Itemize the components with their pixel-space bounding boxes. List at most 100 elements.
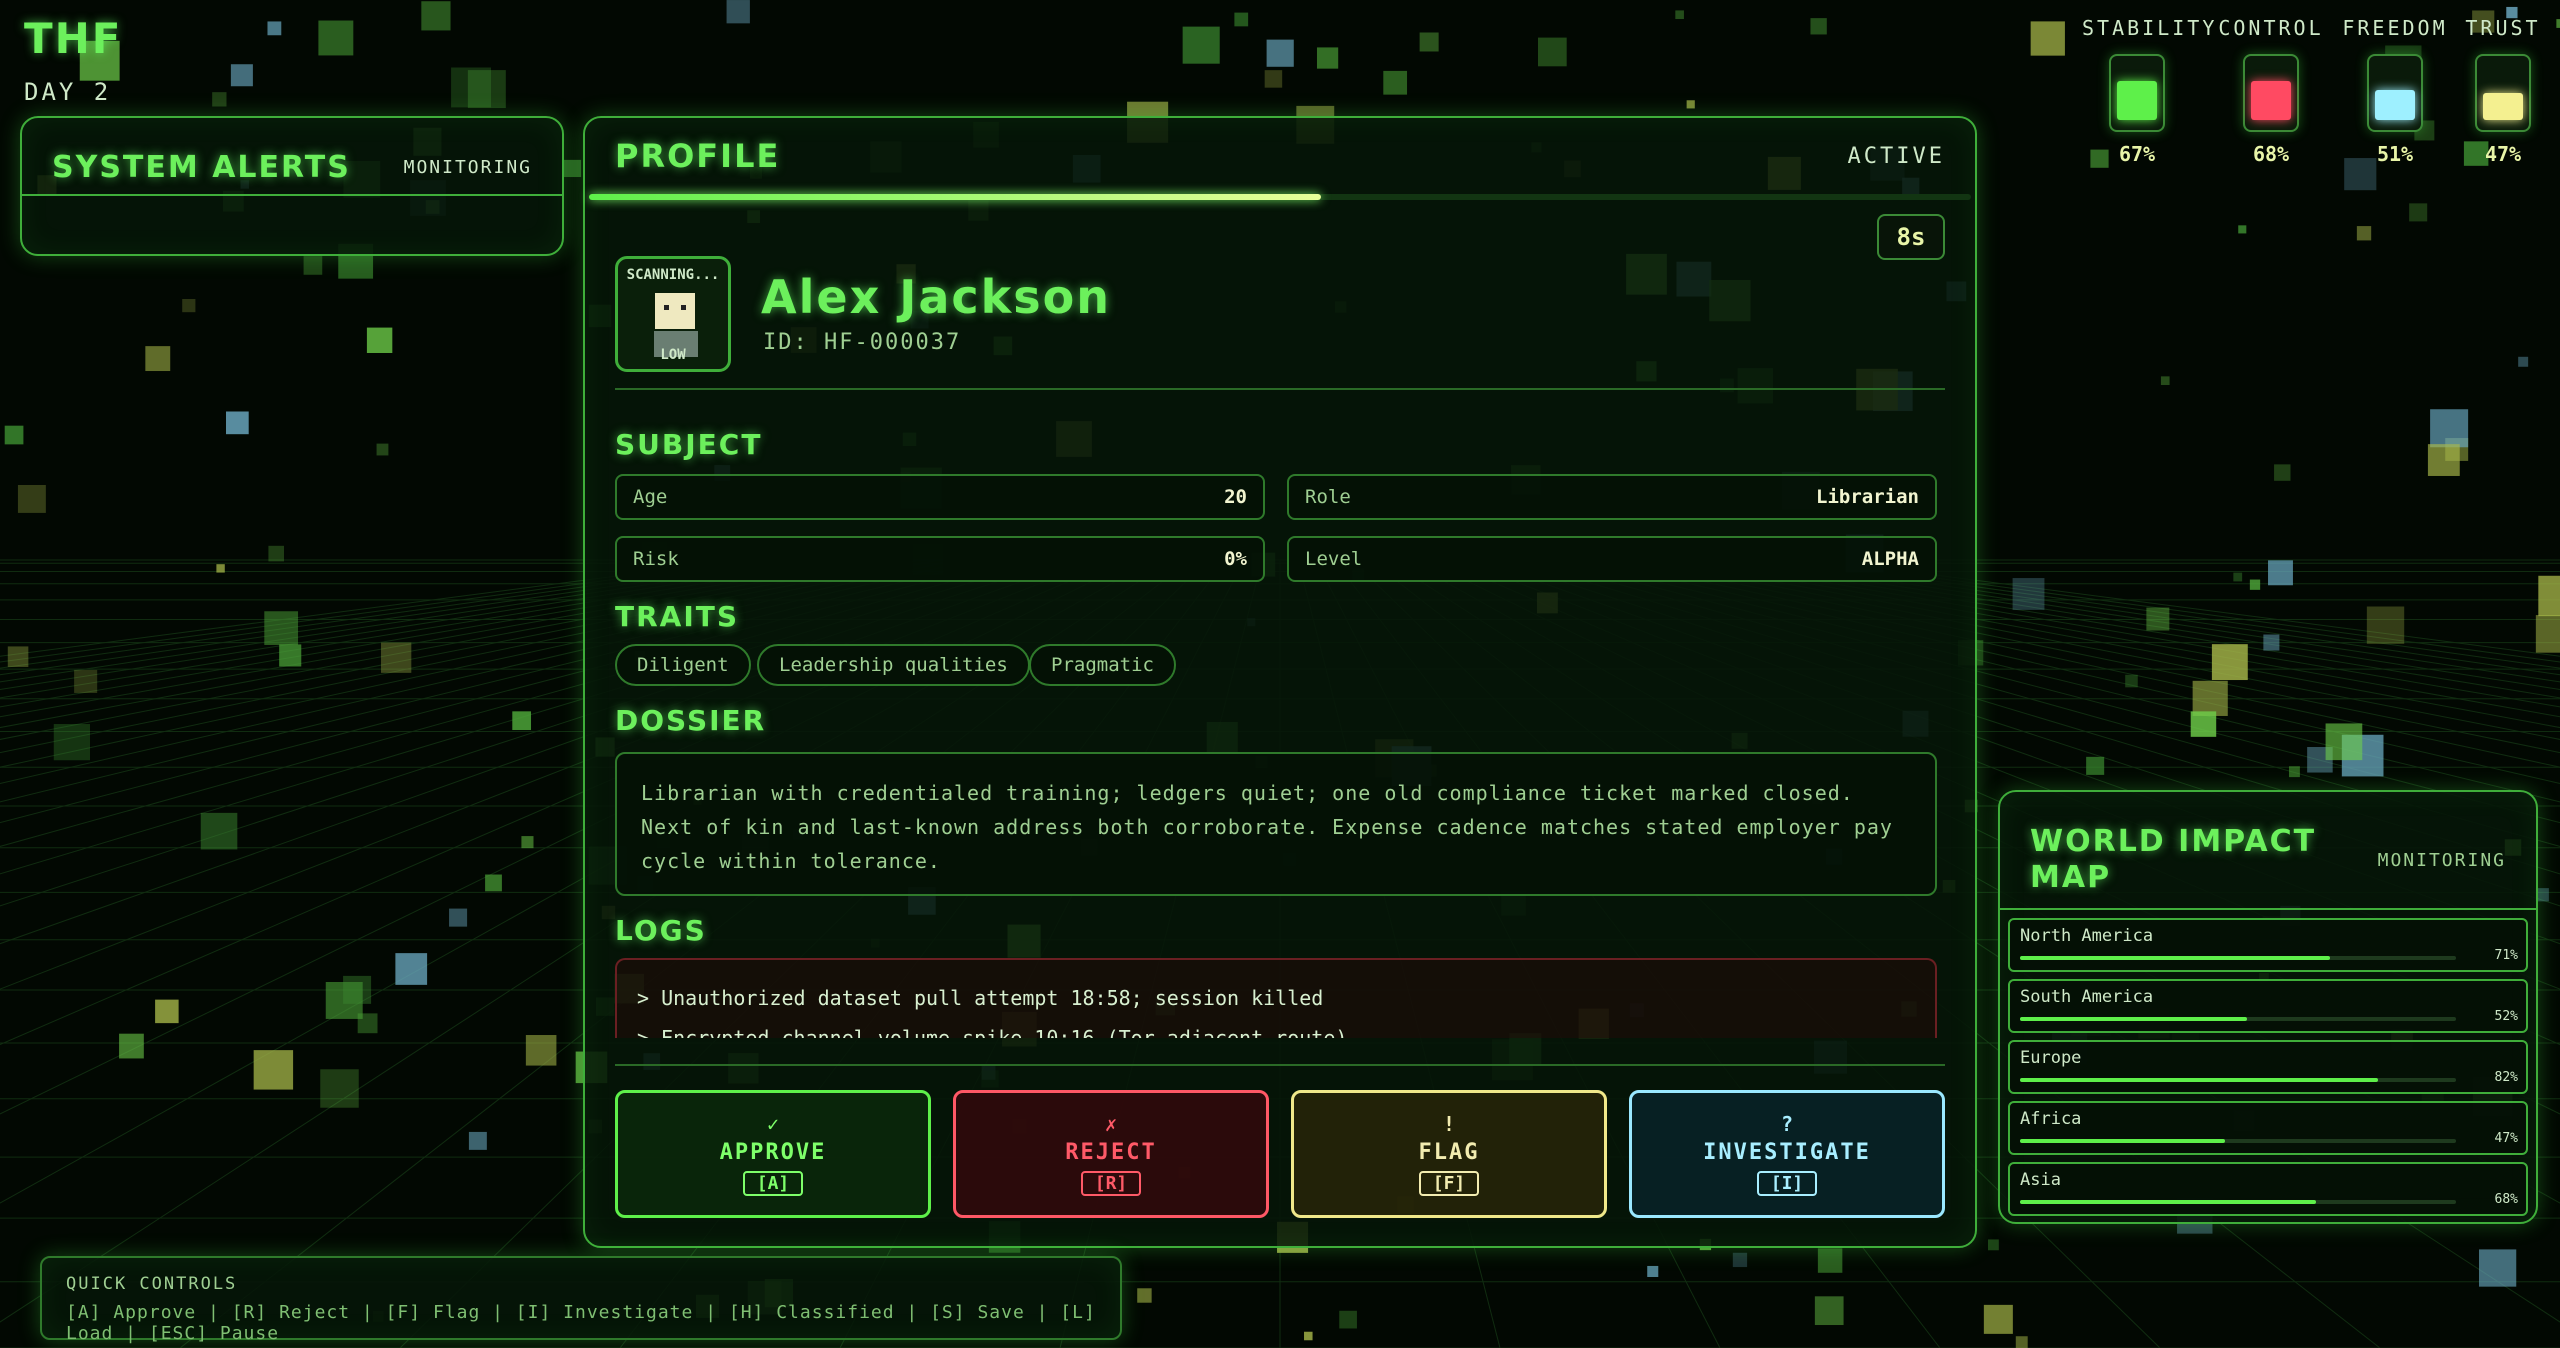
log-entry: > Unauthorized dataset pull attempt 18:5… — [637, 986, 1324, 1010]
meter-value: 67% — [2118, 142, 2156, 166]
subject-id: ID: HF-000037 — [763, 330, 962, 355]
field-label: Age — [633, 486, 668, 508]
meter-label: STABILITY — [2082, 16, 2218, 40]
world-status: MONITORING — [2377, 849, 2506, 871]
alerts-status: MONITORING — [403, 156, 532, 178]
action-label: REJECT — [1065, 1140, 1157, 1165]
meter-control: CONTROL 68% — [2216, 16, 2326, 166]
meter-value: 68% — [2252, 142, 2290, 166]
profile-status: ACTIVE — [1847, 143, 1945, 169]
region-name: North America — [2020, 926, 2154, 946]
region-bar-fill — [2020, 1200, 2317, 1204]
field-value: 0% — [1224, 548, 1247, 570]
avatar-eye — [664, 305, 669, 310]
meter-label: CONTROL — [2218, 16, 2324, 40]
divider — [615, 1064, 1945, 1066]
region-bar-fill — [2020, 956, 2330, 960]
region-bar-fill — [2020, 1017, 2247, 1021]
region-value: 52% — [2494, 1009, 2518, 1024]
decision-timer-bar — [589, 194, 1971, 200]
logs-section-title: LOGS — [615, 914, 707, 947]
alerts-title: SYSTEM ALERTS — [52, 149, 351, 185]
flag-button[interactable]: ! FLAG [F] — [1291, 1090, 1607, 1218]
meter-fill — [2251, 81, 2291, 120]
system-alerts-panel: SYSTEM ALERTS MONITORING — [20, 116, 564, 256]
avatar-head — [655, 293, 695, 329]
meter-fill — [2117, 81, 2157, 120]
meter-gauge — [2475, 54, 2531, 132]
quick-controls-panel: QUICK CONTROLS [A] Approve | [R] Reject … — [40, 1256, 1122, 1344]
field-role: Role Librarian — [1287, 474, 1937, 520]
region-asia[interactable]: Asia 68% — [2008, 1162, 2528, 1216]
quick-controls-title: QUICK CONTROLS — [66, 1274, 238, 1294]
field-label: Level — [1305, 548, 1363, 570]
region-name: Asia — [2020, 1170, 2061, 1190]
region-name: Europe — [2020, 1048, 2082, 1068]
meter-freedom: FREEDOM 51% — [2340, 16, 2450, 166]
reject-button[interactable]: ✗ REJECT [R] — [953, 1090, 1269, 1218]
exclamation-icon: ! — [1442, 1112, 1456, 1136]
investigate-button[interactable]: ? INVESTIGATE [I] — [1629, 1090, 1945, 1218]
meter-gauge — [2243, 54, 2299, 132]
region-europe[interactable]: Europe 82% — [2008, 1040, 2528, 1094]
app-title: THF — [24, 14, 123, 63]
trait-tag: Pragmatic — [1029, 644, 1176, 686]
question-icon: ? — [1780, 1112, 1794, 1136]
profile-panel: PROFILE ACTIVE 8s SCANNING... LOW Alex J… — [583, 116, 1977, 1248]
risk-label: LOW — [660, 347, 686, 363]
field-label: Risk — [633, 548, 679, 570]
region-value: 68% — [2494, 1192, 2518, 1207]
field-age: Age 20 — [615, 474, 1265, 520]
region-bar-fill — [2020, 1078, 2378, 1082]
region-value: 47% — [2494, 1131, 2518, 1146]
quick-controls-keys: [A] Approve | [R] Reject | [F] Flag | [I… — [66, 1302, 1096, 1344]
region-bar — [2020, 1078, 2456, 1082]
meter-stability: STABILITY 67% — [2082, 16, 2218, 166]
subject-section-title: SUBJECT — [615, 428, 763, 461]
divider — [615, 388, 1945, 390]
scan-label: SCANNING... — [626, 267, 720, 283]
action-label: APPROVE — [719, 1140, 827, 1165]
alerts-header: SYSTEM ALERTS MONITORING — [22, 118, 562, 196]
check-icon: ✓ — [766, 1112, 780, 1136]
shortcut-key: [F] — [1418, 1171, 1480, 1196]
meter-fill — [2483, 93, 2523, 120]
meter-fill — [2375, 90, 2415, 120]
subject-name: Alex Jackson — [761, 270, 1111, 324]
avatar-eye — [681, 305, 686, 310]
action-label: INVESTIGATE — [1703, 1140, 1871, 1165]
meter-gauge — [2109, 54, 2165, 132]
trait-tag: Diligent — [615, 644, 751, 686]
region-bar — [2020, 1139, 2456, 1143]
log-entry: > Encrypted channel volume spike 10:16 (… — [637, 1026, 1348, 1038]
region-africa[interactable]: Africa 47% — [2008, 1101, 2528, 1155]
shortcut-key: [I] — [1756, 1171, 1818, 1196]
field-risk: Risk 0% — [615, 536, 1265, 582]
day-label: DAY 2 — [24, 78, 112, 106]
profile-title: PROFILE — [615, 137, 781, 175]
region-north-america[interactable]: North America 71% — [2008, 918, 2528, 972]
world-header: WORLD IMPACT MAP MONITORING — [2000, 792, 2536, 910]
world-title: WORLD IMPACT MAP — [2030, 824, 2317, 895]
field-value: ALPHA — [1861, 548, 1919, 570]
profile-header: PROFILE ACTIVE — [585, 118, 1975, 194]
field-label: Role — [1305, 486, 1351, 508]
region-name: South America — [2020, 987, 2154, 1007]
timer-badge: 8s — [1877, 214, 1945, 260]
region-bar — [2020, 1017, 2456, 1021]
approve-button[interactable]: ✓ APPROVE [A] — [615, 1090, 931, 1218]
dossier-section-title: DOSSIER — [615, 704, 767, 737]
trait-tag: Leadership qualities — [757, 644, 1030, 686]
world-impact-map-panel: WORLD IMPACT MAP MONITORING North Americ… — [1998, 790, 2538, 1224]
cross-icon: ✗ — [1104, 1112, 1118, 1136]
field-value: 20 — [1224, 486, 1247, 508]
region-bar — [2020, 956, 2456, 960]
region-south-america[interactable]: South America 52% — [2008, 979, 2528, 1033]
avatar: SCANNING... LOW — [615, 256, 731, 372]
meter-label: FREEDOM — [2342, 16, 2448, 40]
region-value: 71% — [2494, 948, 2518, 963]
shortcut-key: [A] — [742, 1171, 804, 1196]
meter-gauge — [2367, 54, 2423, 132]
logs-list[interactable]: > Unauthorized dataset pull attempt 18:5… — [615, 958, 1937, 1038]
region-name: Africa — [2020, 1109, 2082, 1129]
